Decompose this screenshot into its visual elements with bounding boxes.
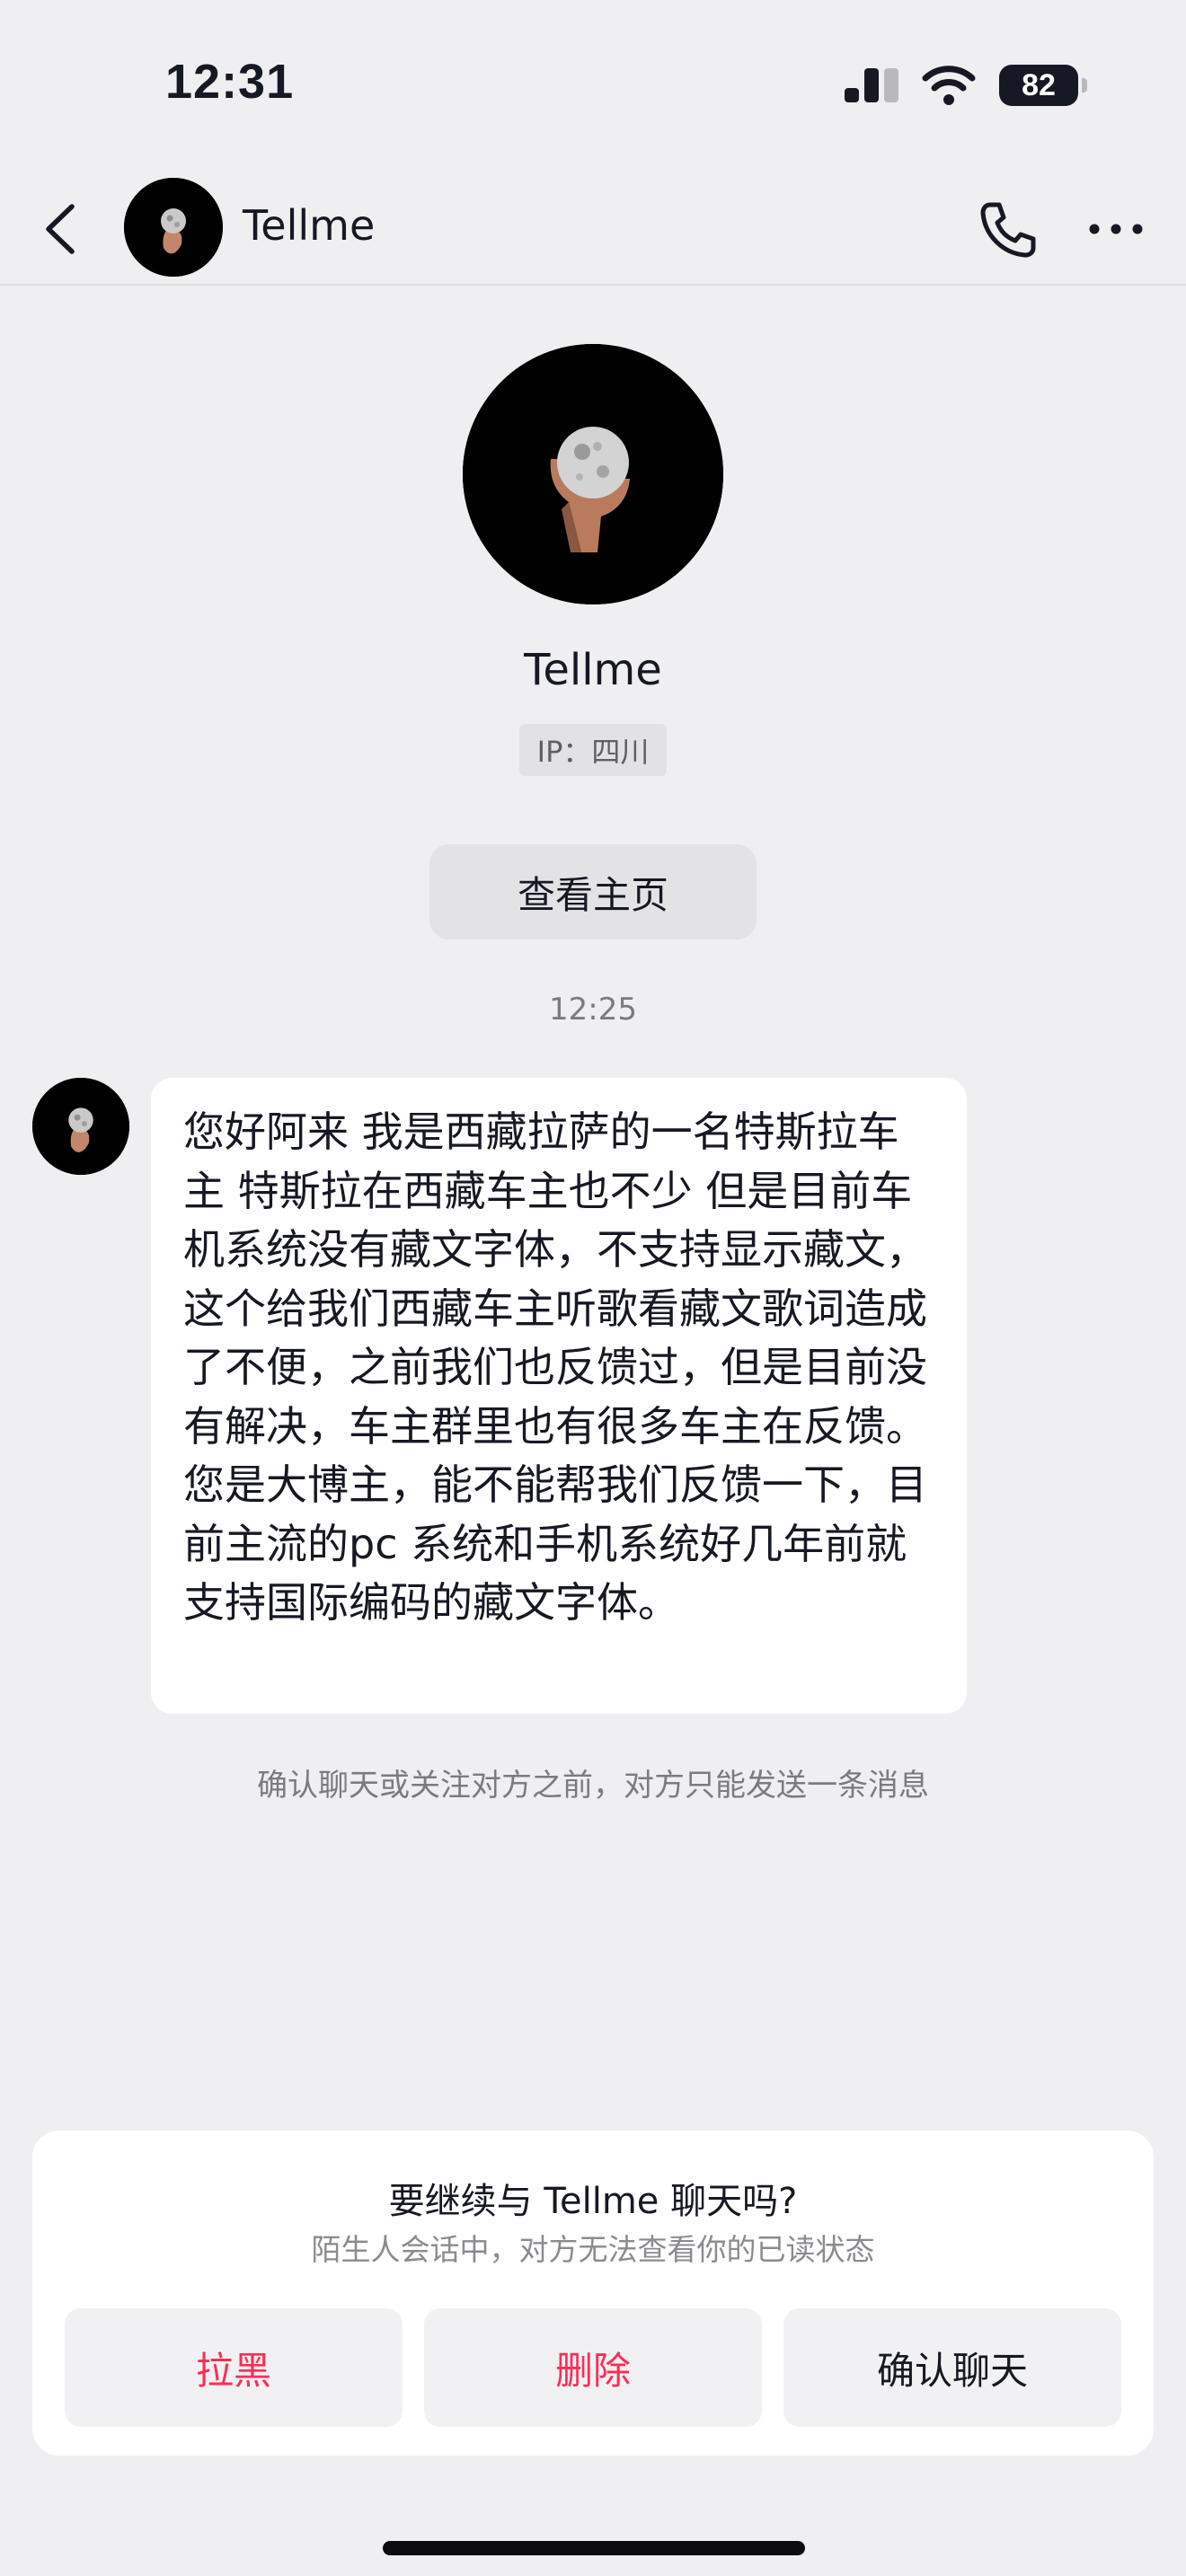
status-time: 12:31 [165,55,295,109]
card-title: 要继续与 Tellme 聊天吗? [388,2181,798,2222]
header-avatar[interactable] [124,178,223,277]
view-homepage-button[interactable]: 查看主页 [429,844,757,940]
signal-icon [845,68,898,102]
message-bubble[interactable]: 您好阿来 我是西藏拉萨的一名特斯拉车主 特斯拉在西藏车主也不少 但是目前车机系统… [151,1078,967,1714]
more-icon[interactable] [1087,207,1145,251]
message-timestamp: 12:25 [549,992,637,1028]
chat-header: Tellme [0,171,1186,286]
home-indicator[interactable] [383,2541,805,2555]
sender-avatar[interactable] [32,1078,129,1175]
header-contact-name: Tellme [243,201,376,250]
confirm-chat-button[interactable]: 确认聊天 [783,2308,1121,2427]
back-arrow-icon[interactable] [34,198,88,260]
ip-location-badge: IP：四川 [519,724,667,776]
battery-icon: 82 [999,65,1087,106]
block-button[interactable]: 拉黑 [65,2308,403,2427]
chat-screen: 12:31 82 Tellme Tellme IP：四川 查看主页 12:25 … [0,0,1186,2576]
card-subtitle: 陌生人会话中，对方无法查看你的已读状态 [311,2232,875,2267]
status-indicators: 82 [845,65,1087,106]
message-limit-notice: 确认聊天或关注对方之前，对方只能发送一条消息 [257,1768,929,1804]
wifi-icon [922,66,976,105]
profile-name: Tellme [524,645,662,695]
continue-chat-card: 要继续与 Tellme 聊天吗? 陌生人会话中，对方无法查看你的已读状态 拉黑 … [32,2130,1154,2456]
phone-icon[interactable] [976,198,1040,262]
profile-avatar[interactable] [463,344,723,604]
delete-button[interactable]: 删除 [424,2308,762,2427]
